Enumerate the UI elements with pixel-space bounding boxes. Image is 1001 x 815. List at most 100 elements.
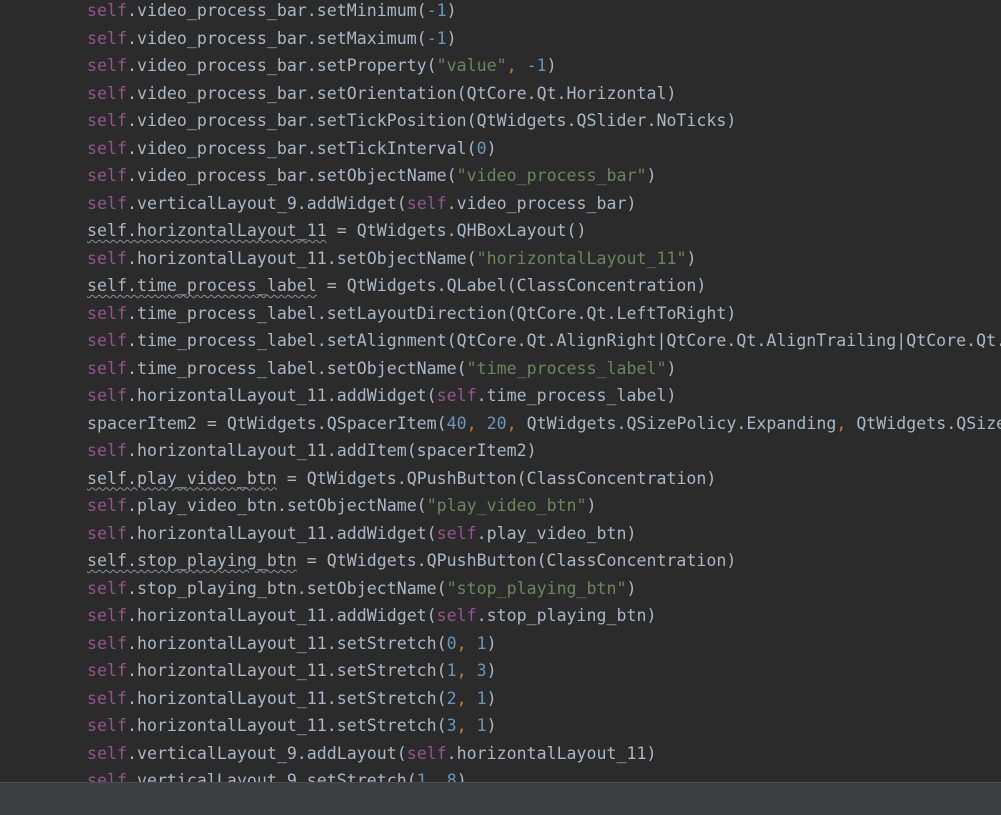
string-literal: "horizontalLayout_11" bbox=[476, 248, 687, 268]
code-line[interactable]: self.video_process_bar.setTickInterval(0… bbox=[87, 135, 1001, 163]
code-editor[interactable]: self.video_process_bar.setMinimum(-1) sel… bbox=[0, 0, 1001, 782]
code-text: ) bbox=[626, 578, 637, 598]
code-text: .video_process_bar.setOrientation(QtCore… bbox=[126, 83, 677, 103]
code-line[interactable]: self.time_process_label.setLayoutDirecti… bbox=[87, 300, 1001, 328]
code-line[interactable]: self.horizontalLayout_11.addWidget(self.… bbox=[87, 520, 1001, 548]
self-keyword: self bbox=[87, 166, 127, 185]
code-text: .video_process_bar.setTickInterval( bbox=[126, 138, 477, 158]
code-text: ) bbox=[486, 633, 497, 653]
code-text: .play_video_btn.setObjectName( bbox=[126, 496, 427, 515]
code-line[interactable]: self.horizontalLayout_11.setStretch(1, 3… bbox=[87, 657, 1001, 685]
code-text: .horizontalLayout_11.addWidget( bbox=[126, 386, 437, 405]
code-line[interactable]: self.horizontalLayout_11 = QtWidgets.QHB… bbox=[87, 217, 1001, 245]
self-keyword: self bbox=[87, 248, 127, 268]
number-literal: -1 bbox=[526, 56, 547, 75]
comma: , bbox=[466, 413, 477, 433]
code-text: .stop_playing_btn) bbox=[476, 606, 657, 625]
code-line[interactable]: self.verticalLayout_9.setStretch(1, 8) bbox=[87, 767, 1001, 782]
code-line[interactable]: self.horizontalLayout_11.addWidget(self.… bbox=[87, 602, 1001, 630]
code-line[interactable]: self.stop_playing_btn = QtWidgets.QPushB… bbox=[87, 547, 1001, 575]
code-line[interactable]: self.time_process_label.setAlignment(QtC… bbox=[87, 327, 1001, 355]
code-text: .horizontalLayout_11.setStretch( bbox=[126, 688, 447, 708]
self-keyword: self bbox=[87, 771, 127, 782]
self-keyword: self bbox=[87, 578, 127, 598]
code-text: = QtWidgets.QHBoxLayout() bbox=[326, 221, 587, 240]
number-literal: 0 bbox=[476, 138, 487, 158]
code-text: .horizontalLayout_11.setStretch( bbox=[126, 716, 447, 735]
string-literal: "value" bbox=[436, 56, 507, 75]
number-literal: 1 bbox=[476, 633, 487, 653]
self-keyword: self bbox=[406, 193, 447, 213]
code-text: .verticalLayout_9.addLayout( bbox=[126, 743, 407, 763]
code-text: ) bbox=[446, 28, 457, 48]
code-line[interactable]: self.verticalLayout_9.addLayout(self.hor… bbox=[87, 740, 1001, 768]
code-line[interactable]: self.horizontalLayout_11.setStretch(3, 1… bbox=[87, 712, 1001, 740]
self-keyword: self bbox=[87, 661, 127, 680]
code-text: .video_process_bar.setMinimum( bbox=[126, 1, 427, 20]
code-text: .time_process_label.setAlignment(QtCore.… bbox=[126, 331, 1001, 350]
self-keyword: self bbox=[87, 496, 127, 515]
code-line[interactable]: self.video_process_bar.setMaximum(-1) bbox=[87, 25, 1001, 53]
self-keyword: self bbox=[87, 83, 127, 103]
number-literal: 20 bbox=[486, 413, 507, 433]
self-keyword: self bbox=[87, 193, 127, 213]
code-line[interactable]: self.horizontalLayout_11.setObjectName("… bbox=[87, 245, 1001, 273]
code-text: spacerItem2 = QtWidgets.QSpacerItem( bbox=[87, 413, 447, 433]
self-keyword: self bbox=[436, 606, 477, 625]
code-line[interactable]: self.play_video_btn.setObjectName("play_… bbox=[87, 492, 1001, 520]
flagged-identifier: self.play_video_btn bbox=[87, 468, 277, 488]
self-keyword: self bbox=[87, 111, 127, 130]
number-literal: 1 bbox=[476, 716, 487, 735]
self-keyword: self bbox=[87, 138, 127, 158]
code-line[interactable]: self.horizontalLayout_11.addItem(spacerI… bbox=[87, 437, 1001, 465]
code-line[interactable]: self.horizontalLayout_11.setStretch(2, 1… bbox=[87, 685, 1001, 713]
string-literal: "stop_playing_btn" bbox=[446, 578, 627, 598]
number-literal: 3 bbox=[446, 716, 457, 735]
code-text: .time_process_label.setLayoutDirection(Q… bbox=[126, 303, 737, 323]
code-line[interactable]: self.video_process_bar.setTickPosition(Q… bbox=[87, 107, 1001, 135]
code-lines: self.video_process_bar.setMinimum(-1) sel… bbox=[87, 0, 1001, 782]
code-line[interactable]: self.horizontalLayout_11.setStretch(0, 1… bbox=[87, 630, 1001, 658]
code-text: .stop_playing_btn.setObjectName( bbox=[126, 578, 447, 598]
code-line[interactable]: self.video_process_bar.setMinimum(-1) bbox=[87, 0, 1001, 25]
code-text: QtWidgets.QSizePolicy.Expanding bbox=[516, 413, 837, 433]
self-keyword: self bbox=[87, 523, 127, 543]
code-text: ) bbox=[546, 56, 557, 75]
code-line[interactable]: self.stop_playing_btn.setObjectName("sto… bbox=[87, 575, 1001, 603]
number-literal: 2 bbox=[446, 688, 457, 708]
flagged-identifier: self.stop_playing_btn bbox=[87, 551, 297, 570]
self-keyword: self bbox=[87, 331, 127, 350]
code-line[interactable]: self.horizontalLayout_11.addWidget(self.… bbox=[87, 382, 1001, 410]
self-keyword: self bbox=[87, 386, 127, 405]
comma: , bbox=[836, 413, 847, 433]
code-line[interactable]: spacerItem2 = QtWidgets.QSpacerItem(40, … bbox=[87, 410, 1001, 438]
self-keyword: self bbox=[87, 1, 127, 20]
code-text: .horizontalLayout_11.setObjectName( bbox=[126, 248, 477, 268]
code-text: ) bbox=[586, 496, 597, 515]
code-line[interactable]: self.verticalLayout_9.addWidget(self.vid… bbox=[87, 190, 1001, 218]
number-literal: 8 bbox=[446, 771, 457, 782]
code-line[interactable]: self.time_process_label = QtWidgets.QLab… bbox=[87, 272, 1001, 300]
code-line[interactable]: self.time_process_label.setObjectName("t… bbox=[87, 355, 1001, 383]
code-text: = QtWidgets.QPushButton(ClassConcentrati… bbox=[276, 468, 717, 488]
self-keyword: self bbox=[87, 716, 127, 735]
code-line[interactable]: self.video_process_bar.setProperty("valu… bbox=[87, 52, 1001, 80]
code-line[interactable]: self.video_process_bar.setOrientation(Qt… bbox=[87, 80, 1001, 108]
code-line[interactable]: self.play_video_btn = QtWidgets.QPushBut… bbox=[87, 465, 1001, 493]
self-keyword: self bbox=[87, 441, 127, 460]
code-text: ) bbox=[486, 688, 497, 708]
comma: , bbox=[456, 661, 467, 680]
code-line[interactable]: self.video_process_bar.setObjectName("vi… bbox=[87, 162, 1001, 190]
code-text: ) bbox=[486, 138, 497, 158]
code-text: .verticalLayout_9.addWidget( bbox=[126, 193, 407, 213]
code-text: .verticalLayout_9.setStretch( bbox=[126, 771, 417, 782]
string-literal: "video_process_bar" bbox=[456, 166, 647, 185]
code-text: .video_process_bar.setMaximum( bbox=[126, 28, 427, 48]
number-literal: -1 bbox=[426, 1, 447, 20]
comma: , bbox=[456, 688, 467, 708]
self-keyword: self bbox=[87, 358, 127, 378]
